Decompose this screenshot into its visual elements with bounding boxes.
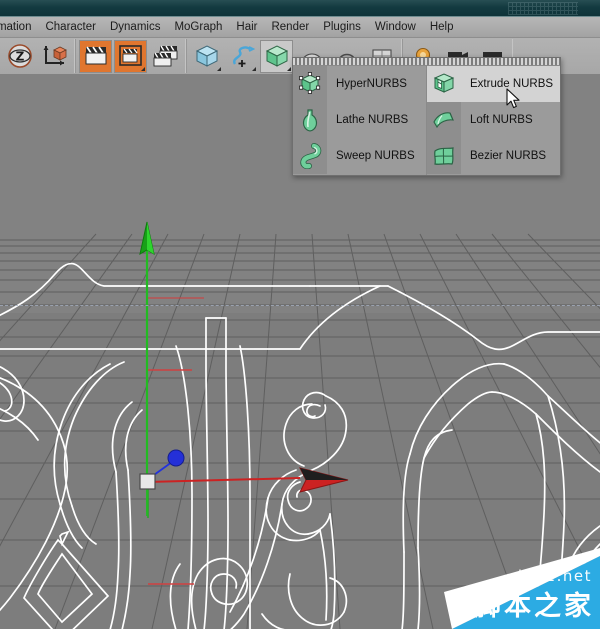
animation-layout-button[interactable] <box>114 39 147 73</box>
menu-column-right: Extrude NURBS Loft NURBS Bezier NURBS <box>426 66 560 175</box>
clapperboard-stack-icon <box>153 45 178 67</box>
menu-item-window[interactable]: Window <box>368 18 423 36</box>
svg-text:Z: Z <box>15 50 24 64</box>
gizmo-z-handle <box>167 449 185 467</box>
cinema4d-logo-button[interactable]: Z <box>3 40 36 73</box>
loft-surface-icon <box>427 102 461 138</box>
menu-item-animation[interactable]: nimation <box>0 18 38 36</box>
title-bar-texture <box>508 2 578 15</box>
button-submenu-corner <box>217 66 221 71</box>
primitive-cube-button[interactable] <box>190 40 223 73</box>
button-submenu-corner <box>287 66 291 71</box>
sweep-tube-icon <box>293 138 327 174</box>
window-title-bar <box>0 0 600 17</box>
menu-column-left: HyperNURBS Lathe NURBS Sweep NURBS <box>293 66 426 175</box>
axis-guide-marks <box>146 297 204 585</box>
spline-curve-icon <box>232 46 255 67</box>
menu-tearoff-handle[interactable] <box>293 58 560 66</box>
make-editable-button[interactable] <box>79 39 112 73</box>
hypernurbs-cube-icon <box>293 66 327 102</box>
nurbs-generator-button[interactable] <box>260 39 293 73</box>
clapperboard-frame-icon <box>118 45 142 66</box>
menu-item-label: Extrude NURBS <box>470 78 554 90</box>
toolbar-group-general: Z <box>0 39 75 73</box>
menu-item-label: Bezier NURBS <box>470 150 547 162</box>
toolbar-group-animation <box>75 39 186 73</box>
gizmo-origin-cube <box>139 473 156 490</box>
menu-item-plugins[interactable]: Plugins <box>316 18 368 36</box>
axis-cube-icon <box>43 46 67 66</box>
menu-item-label: Loft NURBS <box>470 114 533 126</box>
nurbs-generator-popup[interactable]: HyperNURBS Lathe NURBS Sweep NURBS Extru… <box>292 57 561 176</box>
menu-item-extrude-nurbs[interactable]: Extrude NURBS <box>427 66 560 102</box>
horizon-guide-line <box>0 305 600 306</box>
z-logo-icon: Z <box>7 44 32 68</box>
menu-item-dynamics[interactable]: Dynamics <box>103 18 167 36</box>
menu-item-sweep-nurbs[interactable]: Sweep NURBS <box>293 138 426 174</box>
main-menu-bar: nimation Character Dynamics MoGraph Hair… <box>0 17 600 38</box>
button-submenu-corner <box>252 66 256 71</box>
blue-cube-icon <box>195 45 218 67</box>
button-submenu-corner <box>141 66 145 71</box>
menu-item-loft-nurbs[interactable]: Loft NURBS <box>427 102 560 138</box>
menu-item-label: HyperNURBS <box>336 78 407 90</box>
extrude-cube-icon <box>427 66 461 102</box>
render-view-button[interactable] <box>149 40 182 73</box>
bezier-patch-icon <box>427 138 461 174</box>
menu-item-hair[interactable]: Hair <box>229 18 264 36</box>
spline-curves <box>0 262 600 629</box>
menu-item-render[interactable]: Render <box>264 18 316 36</box>
spline-tool-button[interactable] <box>225 40 258 73</box>
menu-item-hypernurbs[interactable]: HyperNURBS <box>293 66 426 102</box>
menu-item-character[interactable]: Character <box>38 18 103 36</box>
menu-item-label: Sweep NURBS <box>336 150 415 162</box>
menu-item-label: Lathe NURBS <box>336 114 409 126</box>
green-cube-icon <box>265 45 288 67</box>
lathe-vase-icon <box>293 102 327 138</box>
menu-item-bezier-nurbs[interactable]: Bezier NURBS <box>427 138 560 174</box>
menu-item-lathe-nurbs[interactable]: Lathe NURBS <box>293 102 426 138</box>
clapperboard-orange-icon <box>85 46 106 65</box>
world-object-axis-button[interactable] <box>38 40 71 73</box>
menu-item-mograph[interactable]: MoGraph <box>167 18 229 36</box>
menu-item-help[interactable]: Help <box>423 18 461 36</box>
